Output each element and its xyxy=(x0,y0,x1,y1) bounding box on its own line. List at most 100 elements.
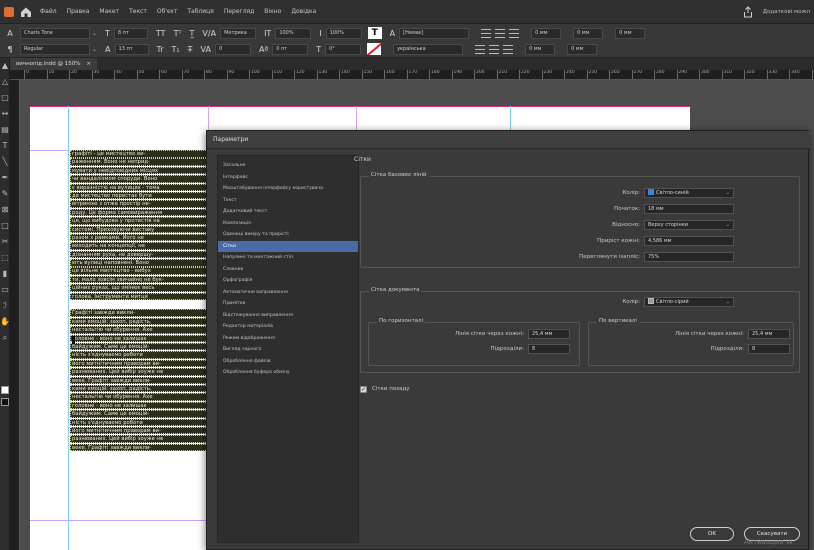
note-tool-icon[interactable]: ▭ xyxy=(0,282,10,298)
category-item[interactable]: Сітки xyxy=(218,240,358,252)
category-item[interactable]: Додатковий текст xyxy=(218,206,358,218)
document-color-select[interactable]: Світло-сірий ⌄ xyxy=(644,297,734,307)
category-item[interactable]: Режим відображення xyxy=(218,333,358,345)
selection-tool-icon[interactable]: ▲ xyxy=(0,58,10,74)
vertical-ruler[interactable] xyxy=(10,80,20,550)
text-frame[interactable]: графіті - це мистецтво ви-раженням. Воно… xyxy=(70,150,208,545)
align-left-button[interactable] xyxy=(481,28,492,38)
menu-view[interactable]: Перегляд xyxy=(224,8,254,15)
baseline-shift-field[interactable]: 0 пт xyxy=(272,43,309,55)
kerning-field[interactable]: Метрика xyxy=(220,27,257,39)
type-tool-icon[interactable]: T xyxy=(0,138,10,154)
zoom-tool-icon[interactable]: ⌕ xyxy=(0,330,10,346)
category-item[interactable]: Напрямні та монтажний стіл xyxy=(218,252,358,264)
gradient-tool-icon[interactable]: ▮ xyxy=(0,266,10,282)
category-item[interactable]: Обробляння файлів xyxy=(218,356,358,368)
superscript-icon[interactable]: Tᵀ xyxy=(174,29,182,38)
category-item[interactable]: Загальне xyxy=(218,160,358,172)
menu-object[interactable]: Об'єкт xyxy=(157,8,177,15)
category-item[interactable]: Текст xyxy=(218,195,358,207)
font-style-field[interactable]: Regular xyxy=(20,43,90,55)
baseline-threshold-input[interactable]: 75% xyxy=(644,252,734,262)
line-tool-icon[interactable]: ╲ xyxy=(0,154,10,170)
share-icon[interactable] xyxy=(743,6,753,18)
page-tool-icon[interactable]: ▢ xyxy=(0,90,10,106)
category-list[interactable]: Загальне Інтерфейс Масштабування інтерфейс… xyxy=(217,155,359,543)
pen-tool-icon[interactable]: ✒ xyxy=(0,170,10,186)
category-item[interactable]: Композиція xyxy=(218,218,358,230)
justify-left-button[interactable] xyxy=(475,44,486,54)
menu-help[interactable]: Довідка xyxy=(291,8,316,15)
category-item[interactable]: Масштабування інтерфейсу користувача xyxy=(218,183,358,195)
tracking-field[interactable]: 0 xyxy=(214,43,251,55)
character-style-field[interactable]: [Немає] xyxy=(399,27,470,39)
horizontal-ruler[interactable]: 0 10 20 30 40 50 60 70 80 90 100 110 120 130 140 150 160… xyxy=(10,70,814,80)
grids-in-back-checkbox[interactable]: ✓ xyxy=(360,386,367,393)
rectangle-tool-icon[interactable]: □ xyxy=(0,218,10,234)
justify-all-button[interactable] xyxy=(489,44,500,54)
category-item[interactable]: Обробляння буфера обміну xyxy=(218,367,358,379)
leading-field[interactable]: 13 пт xyxy=(114,43,149,55)
first-line-indent-field[interactable]: 0 мм xyxy=(525,43,556,55)
category-item[interactable]: Вигляд чорного xyxy=(218,344,358,356)
paragraph-formatting-icon[interactable]: ¶ xyxy=(4,45,16,54)
small-caps-icon[interactable]: Tr xyxy=(157,45,164,54)
menu-file[interactable]: Файл xyxy=(40,8,57,15)
fill-color-swatch[interactable] xyxy=(1,386,9,394)
menu-layout[interactable]: Макет xyxy=(99,8,119,15)
baseline-color-select[interactable]: Світло-синій ⌄ xyxy=(644,188,734,198)
font-family-field[interactable]: Charis Tone xyxy=(20,27,90,39)
category-item[interactable]: Одиниці виміру та прирісті xyxy=(218,229,358,241)
v-every-input[interactable]: 25,4 мм xyxy=(748,329,790,339)
baseline-start-input[interactable]: 18 мм xyxy=(644,204,734,214)
pencil-tool-icon[interactable]: ✎ xyxy=(0,186,10,202)
menu-edit[interactable]: Правка xyxy=(67,8,90,15)
chevron-down-icon[interactable]: ⌄ xyxy=(92,30,97,37)
chevron-down-icon[interactable]: ⌄ xyxy=(92,46,97,53)
vertical-scale-field[interactable]: 100% xyxy=(275,27,312,39)
home-icon[interactable] xyxy=(20,6,32,18)
stroke-color-swatch[interactable] xyxy=(1,398,9,406)
rectangle-frame-tool-icon[interactable]: ⊠ xyxy=(0,202,10,218)
left-indent-field[interactable]: 0 мм xyxy=(531,27,562,39)
category-item[interactable]: Орфографія xyxy=(218,275,358,287)
workspace-switcher[interactable]: Додаткові можл xyxy=(763,9,810,15)
baseline-increment-input[interactable]: 4,586 мм xyxy=(644,236,734,246)
category-item[interactable]: Словник xyxy=(218,264,358,276)
subscript-icon[interactable]: T₁ xyxy=(172,45,180,54)
scissors-tool-icon[interactable]: ✂ xyxy=(0,234,10,250)
horizontal-scale-field[interactable]: 100% xyxy=(325,27,362,39)
h-every-input[interactable]: 25,4 мм xyxy=(528,329,570,339)
h-subdivisions-input[interactable]: 8 xyxy=(528,344,570,354)
category-item[interactable]: Відстежування виправлення xyxy=(218,310,358,322)
text-fill-swatch[interactable]: T xyxy=(367,27,382,39)
justify-right-button[interactable] xyxy=(503,44,514,54)
category-item[interactable]: Редактор матеріалів xyxy=(218,321,358,333)
baseline-relative-select[interactable]: Верху сторінки ⌄ xyxy=(644,220,734,230)
hand-tool-icon[interactable]: ✋ xyxy=(0,314,10,330)
close-icon[interactable]: × xyxy=(86,58,91,70)
menu-type[interactable]: Текст xyxy=(129,8,147,15)
strikethrough-icon[interactable]: T̶ xyxy=(188,45,193,54)
font-size-field[interactable]: 8 пт xyxy=(113,27,148,39)
language-field[interactable]: українська xyxy=(393,43,464,55)
underline-icon[interactable]: T̲ xyxy=(190,29,195,38)
document-tab[interactable]: вичнопід.indd @ 150% × xyxy=(10,58,98,70)
category-item[interactable]: Інтерфейс xyxy=(218,172,358,184)
all-caps-icon[interactable]: TT xyxy=(156,29,166,38)
ok-button[interactable]: OK xyxy=(690,527,734,541)
free-transform-tool-icon[interactable]: ⬚ xyxy=(0,250,10,266)
category-item[interactable]: Автоматичне виправлення xyxy=(218,287,358,299)
space-before-field[interactable]: 0 мм xyxy=(615,27,646,39)
direct-selection-tool-icon[interactable]: △ xyxy=(0,74,10,90)
skew-field[interactable]: 0° xyxy=(325,43,362,55)
align-right-button[interactable] xyxy=(509,28,520,38)
eyedropper-tool-icon[interactable]: ℐ xyxy=(0,298,10,314)
category-item[interactable]: Примітки xyxy=(218,298,358,310)
menu-table[interactable]: Таблиця xyxy=(187,8,213,15)
right-indent-field[interactable]: 0 мм xyxy=(573,27,604,39)
stroke-none-swatch[interactable] xyxy=(367,43,382,55)
v-subdivisions-input[interactable]: 8 xyxy=(748,344,790,354)
character-formatting-icon[interactable]: A xyxy=(4,29,16,38)
menu-window[interactable]: Вікно xyxy=(264,8,281,15)
